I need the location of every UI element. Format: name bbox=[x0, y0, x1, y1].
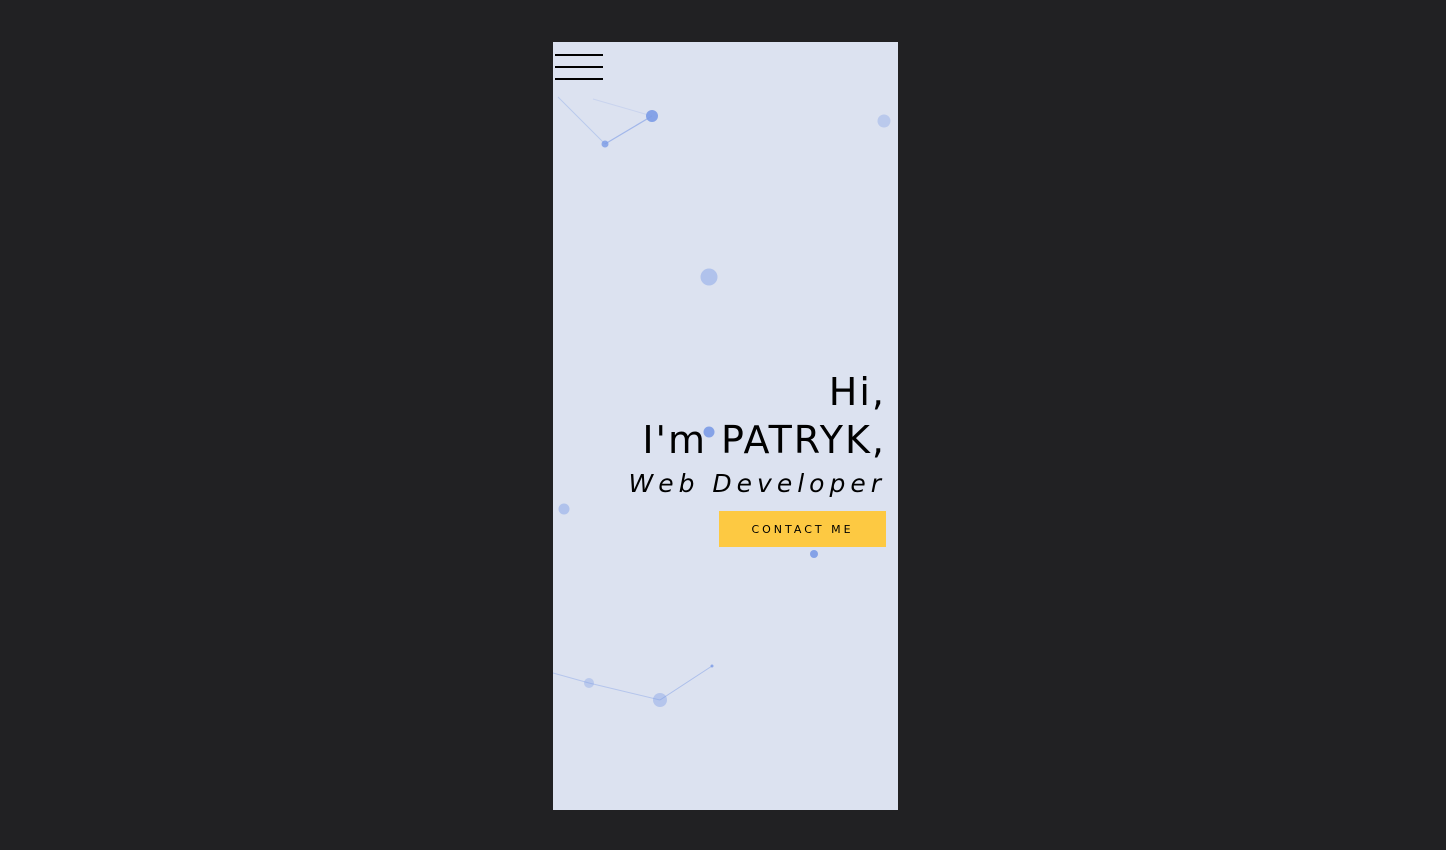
hero-role: Web Developer bbox=[628, 469, 886, 498]
particle-dot bbox=[700, 268, 718, 286]
hamburger-menu-icon[interactable] bbox=[555, 54, 603, 80]
particle-dot bbox=[601, 140, 609, 148]
particle-link bbox=[604, 115, 653, 145]
particle-link bbox=[553, 672, 590, 684]
particle-dot bbox=[710, 664, 714, 668]
particle-dot bbox=[653, 693, 667, 707]
contact-me-button[interactable]: CONTACT ME bbox=[719, 511, 886, 547]
hero-greeting-line2: I'm PATRYK, bbox=[642, 418, 886, 462]
particle-dot bbox=[646, 110, 658, 122]
particle-link bbox=[588, 682, 661, 701]
menu-bar-middle bbox=[555, 66, 603, 68]
particle-link bbox=[557, 96, 606, 145]
hero-section: Hi, I'm PATRYK, Web Developer bbox=[629, 368, 887, 502]
particle-dot bbox=[584, 678, 594, 688]
particle-dot bbox=[558, 503, 570, 515]
menu-bar-bottom bbox=[555, 78, 603, 80]
particle-dot bbox=[877, 114, 891, 128]
particle-link bbox=[592, 98, 653, 117]
particle-link bbox=[659, 665, 713, 701]
device-screen: Hi, I'm PATRYK, Web Developer CONTACT ME bbox=[553, 42, 898, 810]
particle-dot bbox=[810, 550, 818, 558]
menu-bar-top bbox=[555, 54, 603, 56]
hero-greeting-line1: Hi, bbox=[828, 370, 886, 414]
